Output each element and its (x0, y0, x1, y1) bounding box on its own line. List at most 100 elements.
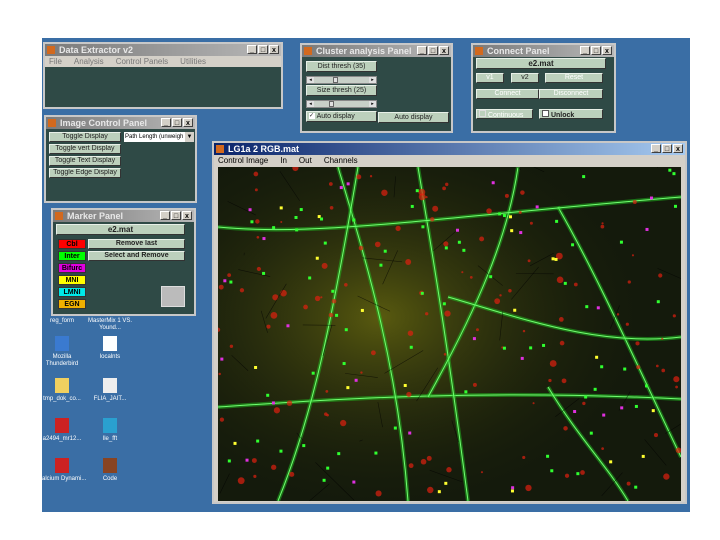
title-bar[interactable]: Data Extractor v2 _ □ x (45, 44, 281, 56)
red-puncta (253, 171, 259, 177)
maximize-button[interactable]: □ (591, 46, 601, 55)
auto-display-button[interactable]: Auto display (378, 112, 449, 123)
desktop-icon-image[interactable] (55, 458, 69, 473)
desktop-icon-label[interactable]: MasterMix 1 VS. Yound... (85, 318, 135, 332)
desktop-icon-image[interactable] (55, 336, 69, 351)
minimize-button[interactable]: _ (651, 144, 661, 153)
menu-control-panels[interactable]: Control Panels (116, 56, 168, 67)
minimize-button[interactable]: _ (160, 211, 170, 220)
desktop-icon-image[interactable] (55, 418, 69, 433)
close-button[interactable]: x (182, 211, 192, 220)
minimize-button[interactable]: _ (580, 46, 590, 55)
red-puncta (406, 391, 412, 398)
menu-utilities[interactable]: Utilities (180, 56, 206, 67)
close-button[interactable]: x (602, 46, 612, 55)
menu-control-image[interactable]: Control Image (218, 155, 268, 166)
desktop-icon-label[interactable]: Code (85, 476, 135, 483)
maximize-button[interactable]: □ (428, 46, 438, 55)
window-title: LG1a 2 RGB.mat (228, 144, 300, 154)
title-bar[interactable]: Connect Panel _ □ x (473, 45, 614, 57)
red-puncta (601, 447, 604, 451)
title-bar[interactable]: Image Control Panel _ □ x (46, 117, 195, 129)
maximize-button[interactable]: □ (662, 144, 672, 153)
title-bar[interactable]: LG1a 2 RGB.mat _ □ x (214, 143, 685, 155)
maximize-button[interactable]: □ (171, 211, 181, 220)
menu-in[interactable]: In (280, 155, 287, 166)
desktop-icon-label[interactable]: lle_fft (85, 436, 135, 443)
minimize-button[interactable]: _ (161, 118, 171, 127)
marker-inter-button[interactable]: Inter (58, 251, 86, 261)
red-puncta (369, 175, 373, 178)
minimize-button[interactable]: _ (247, 45, 257, 54)
connect-button[interactable]: Connect (476, 89, 539, 99)
desktop-icon-label[interactable]: tmp_dok_co... (37, 396, 87, 403)
desktop-icon-image[interactable] (55, 378, 69, 393)
color-swatch[interactable] (161, 286, 185, 307)
desktop-icon-label[interactable]: reg_form (37, 318, 87, 325)
node-marker (352, 480, 356, 484)
title-bar[interactable]: Marker Panel _ □ x (53, 210, 194, 222)
close-button[interactable]: x (673, 144, 683, 153)
node-marker (472, 337, 476, 341)
red-puncta (425, 196, 428, 199)
v1-button[interactable]: v1 (476, 73, 504, 83)
toggle-edge-display-button[interactable]: Toggle Edge Display (49, 168, 121, 178)
node-marker (342, 362, 346, 366)
checkbox-icon (542, 110, 549, 117)
desktop-icon-label[interactable]: a2494_mr12... (37, 436, 87, 443)
title-bar[interactable]: Cluster analysis Panel _ □ x (302, 45, 451, 57)
red-puncta (525, 484, 532, 492)
close-button[interactable]: x (439, 46, 449, 55)
marker-cbl-button[interactable]: Cbl (58, 239, 86, 249)
marker-mni-button[interactable]: MNI (58, 275, 86, 285)
node-marker (248, 208, 252, 212)
node-marker (421, 225, 425, 229)
dist-thresh-slider[interactable]: ◂ ▸ (306, 76, 377, 84)
menu-file[interactable]: File (49, 56, 62, 67)
maximize-button[interactable]: □ (258, 45, 268, 54)
toggle-vert-display-button[interactable]: Toggle vert Display (49, 144, 121, 154)
red-puncta (331, 299, 337, 304)
desktop-icon-image[interactable] (103, 336, 117, 351)
desktop-icon-label[interactable]: Calcium Dynami... (37, 476, 87, 483)
red-puncta (504, 193, 509, 198)
neuron-image-canvas[interactable] (218, 167, 681, 501)
menu-out[interactable]: Out (299, 155, 312, 166)
marker-lmni-button[interactable]: LMNI (58, 287, 86, 297)
red-puncta (237, 477, 245, 485)
menu-analysis[interactable]: Analysis (74, 56, 104, 67)
path-length-dropdown[interactable]: Path Length (unweigh ▼ (124, 132, 194, 142)
unlock-checkbox[interactable]: Unlock (539, 109, 603, 119)
desktop-icon-image[interactable] (103, 378, 117, 393)
red-puncta (370, 350, 376, 356)
node-marker (286, 324, 290, 328)
red-puncta (446, 467, 452, 473)
desktop-icon-label[interactable]: FLIA_JAIT... (85, 396, 135, 403)
close-button[interactable]: x (269, 45, 279, 54)
matlab-icon (48, 119, 56, 127)
size-thresh-slider[interactable]: ◂ ▸ (306, 100, 377, 108)
red-puncta (374, 241, 381, 248)
disconnect-button[interactable]: Disconnect (539, 89, 603, 99)
select-and-remove-button[interactable]: Select and Remove (88, 251, 185, 261)
marker-egn-button[interactable]: EGN (58, 299, 86, 309)
desktop-icon-label[interactable]: localnts (85, 354, 135, 361)
maximize-button[interactable]: □ (172, 118, 182, 127)
auto-display-checkbox[interactable]: ✓ Auto display (306, 111, 377, 122)
menu-channels[interactable]: Channels (324, 155, 358, 166)
remove-last-button[interactable]: Remove last (88, 239, 185, 249)
marker-bifurc-button[interactable]: Bifurc (58, 263, 86, 273)
v2-button[interactable]: v2 (511, 73, 539, 83)
reset-button[interactable]: Reset (545, 73, 603, 83)
node-marker (320, 217, 324, 221)
desktop-icon-label[interactable]: Mozilla Thunderbird (37, 354, 87, 368)
red-puncta (522, 455, 526, 460)
toggle-display-button[interactable]: Toggle Display (49, 132, 121, 142)
desktop-icon-image[interactable] (103, 458, 117, 473)
node-marker (576, 472, 580, 476)
continuous-checkbox[interactable]: Continuous (476, 109, 533, 119)
minimize-button[interactable]: _ (417, 46, 427, 55)
desktop-icon-image[interactable] (103, 418, 117, 433)
close-button[interactable]: x (183, 118, 193, 127)
toggle-text-display-button[interactable]: Toggle Text Display (49, 156, 121, 166)
